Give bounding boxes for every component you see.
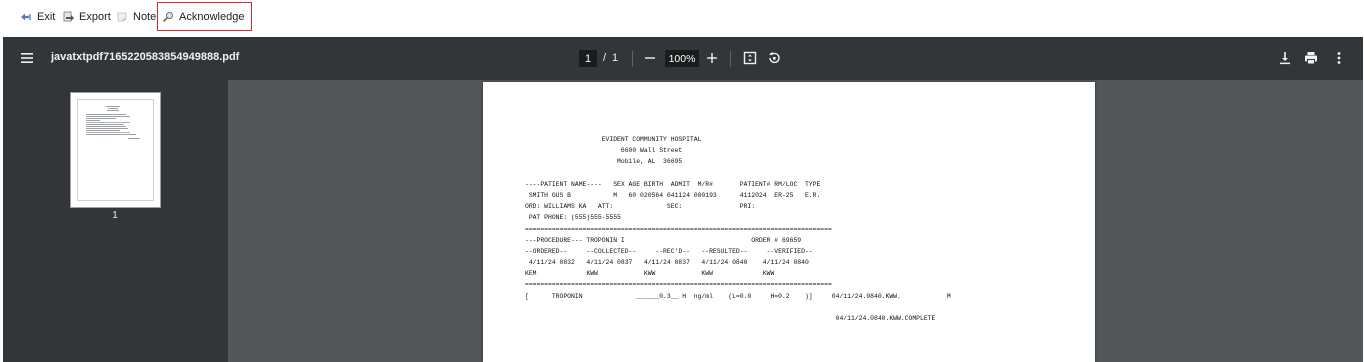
- report-line: ---PROCEDURE--- TROPONIN I ORDER # 69659: [525, 236, 802, 244]
- download-icon[interactable]: [1277, 50, 1293, 66]
- page-count: 1: [612, 52, 619, 64]
- menu-icon[interactable]: [19, 50, 35, 66]
- app-toolbar: Exit Export Note Acknowledge: [0, 0, 1364, 33]
- report-line: 4/11/24 0832 4/11/24 0837 4/11/24 0837 4…: [525, 259, 809, 267]
- rotate-icon[interactable]: [766, 50, 782, 66]
- zoom-in-icon[interactable]: [705, 51, 719, 65]
- export-label: Export: [79, 10, 111, 23]
- note-button[interactable]: Note: [112, 4, 160, 29]
- page-separator: /: [603, 52, 607, 64]
- report-line: Mobile, AL 36695: [525, 158, 683, 166]
- report-line: [525, 168, 951, 179]
- acknowledge-label: Acknowledge: [179, 10, 245, 23]
- zoom-level-input[interactable]: 100%: [665, 50, 699, 67]
- thumbnail-preview: [77, 99, 154, 201]
- export-button[interactable]: Export: [58, 4, 115, 29]
- report-line: --ORDERED-- --COLLECTED-- --REC'D-- --RE…: [525, 247, 813, 255]
- scrollbar[interactable]: [1352, 80, 1363, 362]
- viewer-toolbar: javatxtpdf7165220583854949888.pdf 1 / 1 …: [3, 37, 1363, 80]
- exit-button[interactable]: Exit: [16, 4, 59, 29]
- print-icon[interactable]: [1303, 50, 1319, 66]
- report-line: SMITH GUS B M 60 020564 041124 000193 41…: [525, 191, 821, 199]
- fit-page-icon[interactable]: [742, 50, 758, 66]
- report-line: ----PATIENT NAME---- SEX AGE BIRTH ADMIT…: [525, 180, 821, 188]
- report-line: ========================================…: [525, 225, 832, 233]
- report-line: EVIDENT COMMUNITY HOSPITAL: [525, 136, 702, 143]
- more-actions-icon[interactable]: [1331, 50, 1347, 66]
- note-icon: [116, 11, 128, 23]
- report-line: ORD: WILLIAMS KA ATT: SEC: PRI:: [525, 203, 756, 211]
- file-name: javatxtpdf7165220583854949888.pdf: [51, 51, 240, 63]
- report-line: 04/11/24.0840.KWW.COMPLETE: [525, 315, 936, 322]
- pdf-page: EVIDENT COMMUNITY HOSPITAL 6600 Wall Str…: [483, 82, 1095, 362]
- page-number-input[interactable]: 1: [579, 50, 597, 67]
- thumbnail-page-number: 1: [112, 210, 118, 221]
- page-thumbnail[interactable]: [70, 92, 161, 208]
- report-line: ========================================…: [525, 281, 832, 289]
- note-label: Note: [133, 10, 157, 23]
- thumbnail-text-preview: [86, 106, 140, 139]
- report-line: PAT PHONE: (555)555-5555: [525, 214, 621, 222]
- exit-icon: [20, 11, 32, 23]
- toolbar-divider: [730, 51, 731, 67]
- report-line: KEM KWW KWW KWW KWW: [525, 270, 775, 278]
- report-line: 6600 Wall Street: [525, 147, 683, 155]
- exit-label: Exit: [37, 10, 56, 23]
- export-icon: [62, 11, 74, 23]
- pdf-viewer: javatxtpdf7165220583854949888.pdf 1 / 1 …: [3, 37, 1363, 362]
- zoom-out-icon[interactable]: [643, 51, 657, 65]
- report-line: [ TROPONIN ______0.3__ H ng/ml (L=0.0 H=…: [525, 292, 951, 300]
- thumbnail-sidebar: 1: [3, 80, 228, 362]
- acknowledge-button[interactable]: Acknowledge: [157, 2, 253, 31]
- magnifier-icon: [162, 11, 174, 23]
- lab-report-text: EVIDENT COMMUNITY HOSPITAL 6600 Wall Str…: [525, 134, 951, 324]
- toolbar-divider: [632, 51, 633, 67]
- report-line: [525, 302, 951, 313]
